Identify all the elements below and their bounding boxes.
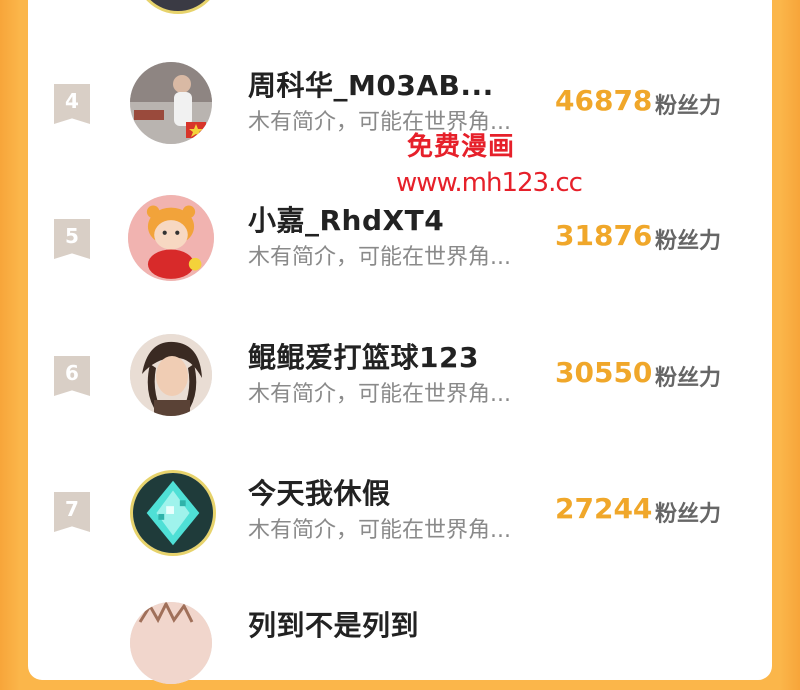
fan-power-count: 30550 xyxy=(555,356,653,389)
rank-badge: 6 xyxy=(54,356,90,396)
user-name[interactable]: 今天我休假 xyxy=(248,472,391,512)
watermark: 免费漫画 www.mh123.cc xyxy=(396,132,583,198)
user-name[interactable]: 周科华_M03AB... xyxy=(248,64,494,104)
user-bio: 木有简介，可能在世界角... xyxy=(248,382,511,407)
avatar[interactable] xyxy=(130,334,212,416)
user-name[interactable]: 列到不是列到 xyxy=(248,604,419,644)
ranking-row[interactable]: 7 今天我休假 木有简介，可能在世界角... 27244 粉丝力 xyxy=(28,468,772,558)
rank-badge: 4 xyxy=(54,84,90,124)
rank-badge: 7 xyxy=(54,492,90,532)
rank-badge: 5 xyxy=(54,219,90,259)
avatar[interactable] xyxy=(130,602,212,684)
avatar[interactable] xyxy=(130,470,216,556)
user-bio: 木有简介，可能在世界角... xyxy=(248,518,511,543)
ranking-row[interactable]: 列到不是列到 xyxy=(28,600,772,690)
ranking-row[interactable]: 6 鲲鲲爱打篮球123 木有简介，可能在世界角... 30550 粉丝力 xyxy=(28,332,772,422)
fan-power-count: 31876 xyxy=(555,219,653,252)
user-name[interactable]: 小嘉_RhdXT4 xyxy=(248,199,444,239)
fan-power-count: 46878 xyxy=(555,84,653,117)
user-name[interactable]: 鲲鲲爱打篮球123 xyxy=(248,336,479,376)
ranking-row[interactable]: 5 小嘉_RhdXT4 木有简介，可能在世界角... 31876 粉丝力 xyxy=(28,195,772,285)
watermark-title: 免费漫画 xyxy=(406,132,515,162)
avatar[interactable] xyxy=(128,195,214,281)
user-bio: 木有简介，可能在世界角... xyxy=(248,245,511,270)
fan-power-unit: 粉丝力 xyxy=(655,502,722,527)
ranking-card: 4 周科华_M03AB... 木有简介，可能在世界角... 46878 粉丝力 … xyxy=(28,0,772,684)
fan-power-unit: 粉丝力 xyxy=(655,229,722,254)
avatar[interactable] xyxy=(130,62,212,144)
avatar[interactable] xyxy=(135,0,221,14)
watermark-url: www.mh123.cc xyxy=(396,168,583,198)
fan-power-unit: 粉丝力 xyxy=(655,366,722,391)
fan-power-unit: 粉丝力 xyxy=(655,94,722,119)
fan-power-count: 27244 xyxy=(555,492,653,525)
